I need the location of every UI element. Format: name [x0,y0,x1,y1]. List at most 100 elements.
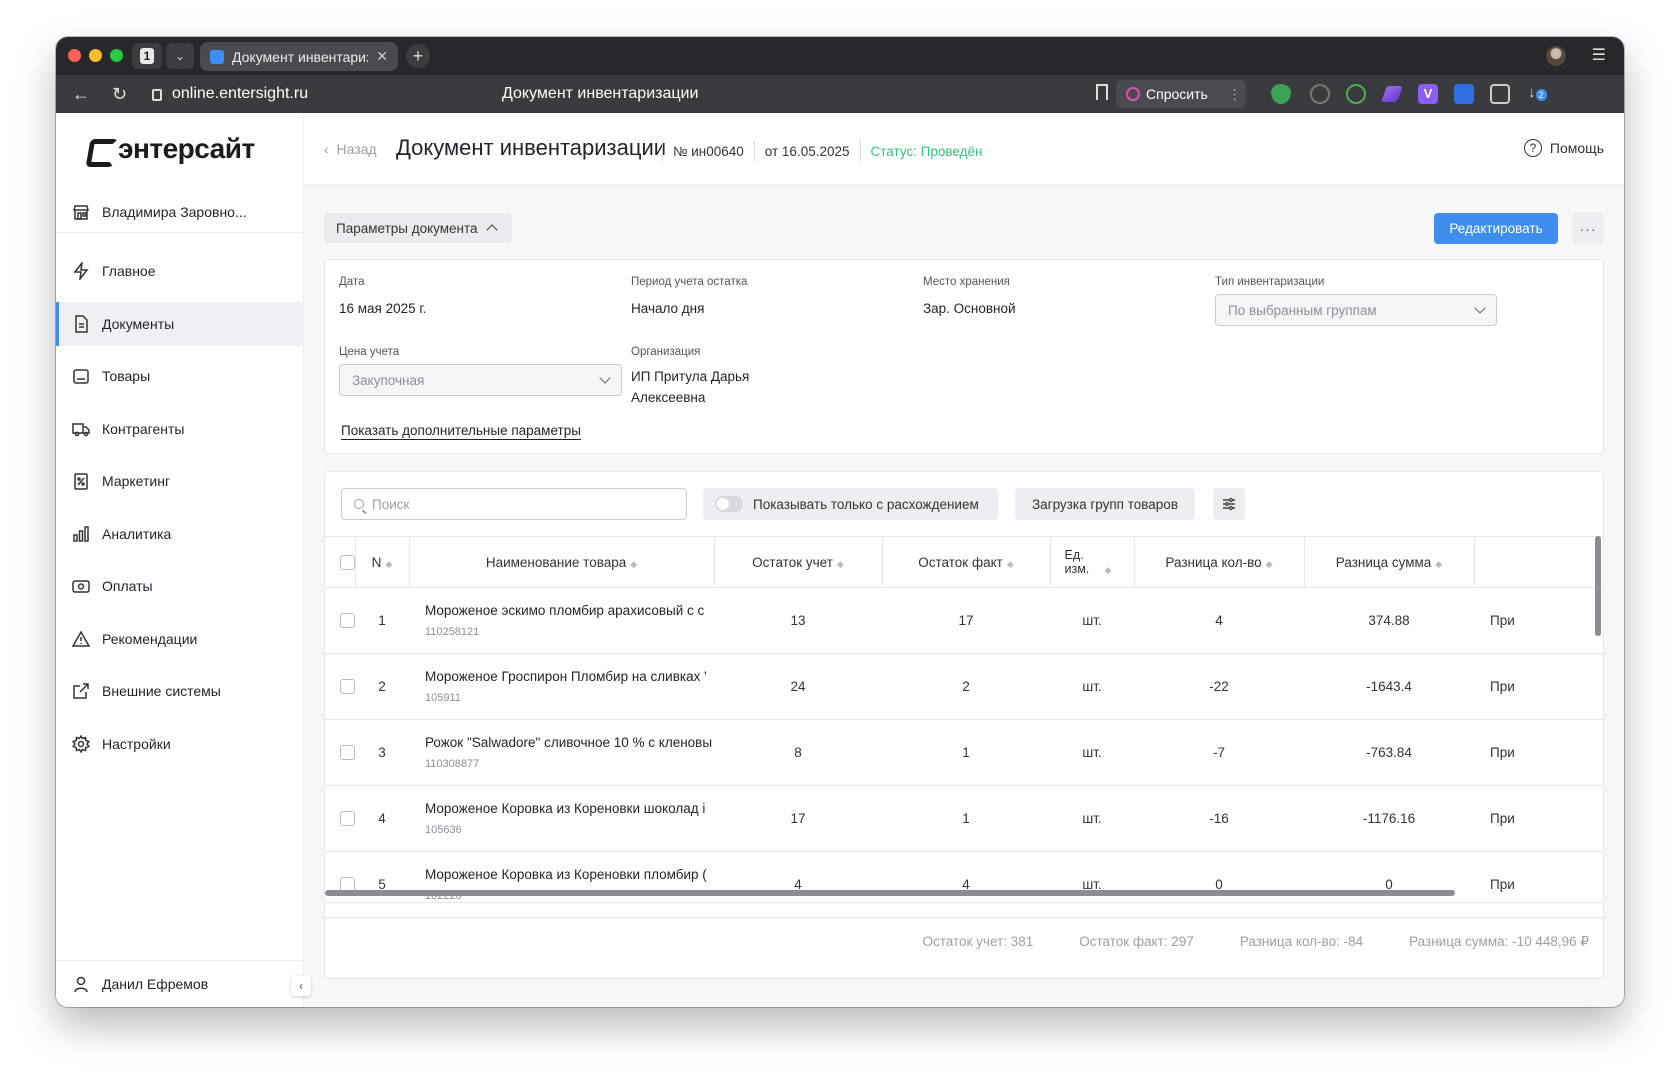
tab-title: Документ инвентариз [232,48,369,65]
sidebar-item-external-systems[interactable]: Внешние системы [56,669,304,713]
sidebar-item-main[interactable]: Главное [56,249,304,293]
row-number: 3 [355,719,409,786]
table-row[interactable]: 4 Мороженое Коровка из Кореновки шоколад… [325,785,1603,852]
recycle-extension-icon[interactable] [1310,84,1330,104]
download-badge: 2 [1535,89,1547,101]
sidebar-item-recommendations[interactable]: Рекомендации [56,617,304,661]
stock-fact: 17 [882,587,1050,654]
reload-icon[interactable]: ↻ [112,83,127,105]
new-tab-button[interactable]: + [406,44,430,68]
ask-menu-icon[interactable]: ⋮ [1228,86,1242,103]
bitwarden-extension-icon[interactable] [1454,84,1474,104]
sort-icon: ◆ [1265,558,1273,569]
stock-acc: 24 [714,653,882,720]
column-header-unit[interactable]: Ед. изм. ◆ [1050,536,1135,588]
params-card: Дата 16 мая 2025 г. Период учета остатка… [324,259,1604,454]
sidebar-item-payments[interactable]: Оплаты [56,564,304,608]
edit-button[interactable]: Редактировать [1434,213,1558,244]
column-header-name[interactable]: Наименование товара ◆ [409,536,715,588]
divider [753,141,755,161]
store-selector[interactable]: Владимира Заровно... [56,191,304,233]
horizontal-scrollbar[interactable] [325,890,1455,896]
logo[interactable]: энтерсайт [86,133,255,165]
sidebar-item-documents[interactable]: Документы [56,301,304,346]
inventory-type-value: По выбранным группам [1228,302,1377,318]
select-all-checkbox[interactable] [339,554,355,570]
row-number: 1 [355,587,409,654]
search-input[interactable]: Поиск [341,488,687,520]
more-options-button[interactable]: ··· [1572,213,1604,244]
back-link[interactable]: ‹ Назад [324,141,377,157]
row-checkbox[interactable] [340,613,355,629]
discrepancy-toggle[interactable]: Показывать только с расхождением [703,488,998,520]
tab-close-icon[interactable]: ✕ [376,48,388,65]
params-toggle-button[interactable]: Параметры документа [324,213,512,243]
bookmark-icon[interactable] [1096,84,1108,100]
row-checkbox[interactable] [340,811,355,827]
sort-icon: ◆ [1435,558,1443,569]
diff-qty: -22 [1134,653,1304,720]
row-checkbox[interactable] [340,745,355,761]
column-header-diff-qty[interactable]: Разница кол-во ◆ [1134,536,1305,588]
product-cell: Мороженое эскимо пломбир арахисовый с с 1… [409,587,714,654]
shield-extension-icon[interactable] [1271,84,1291,104]
url-field[interactable]: online.entersight.ru [152,85,308,103]
chart-icon [72,525,90,543]
column-label: Разница кол-во [1165,554,1262,570]
url-text: online.entersight.ru [172,85,309,102]
table-row[interactable]: 2 Мороженое Гроспирон Пломбир на сливках… [325,653,1603,720]
product-name: Мороженое Коровка из Кореновки пломбир ( [425,867,707,882]
doc-number: № ин00640 [673,143,744,159]
row-checkbox[interactable] [340,679,355,695]
column-header-stock-fact[interactable]: Остаток факт ◆ [882,536,1051,588]
profile-avatar[interactable] [1546,46,1566,66]
ask-icon [1126,87,1140,101]
tab-count-button[interactable]: 1 [132,43,162,69]
download-icon[interactable]: ↓ 2 [1528,84,1548,104]
close-window-button[interactable] [68,49,81,62]
ask-button[interactable]: Спросить ⋮ [1116,80,1246,108]
table-row[interactable]: 1 Мороженое эскимо пломбир арахисовый с … [325,587,1603,654]
sidebar-item-counterparties[interactable]: Контрагенты [56,407,304,451]
column-header-num[interactable]: N ◆ [355,536,410,588]
date-field: Дата 16 мая 2025 г. [339,276,426,319]
help-label: Помощь [1549,140,1604,156]
active-tab[interactable]: Документ инвентариз ✕ [200,42,398,71]
column-header-diff-sum[interactable]: Разница сумма ◆ [1304,536,1475,588]
browser-menu-icon[interactable]: ☰ [1592,45,1606,65]
toggle-switch[interactable] [715,496,743,512]
sidebar-item-analytics[interactable]: Аналитика [56,512,304,556]
sidebar-item-products[interactable]: Товары [56,354,304,398]
document-icon [72,314,90,333]
user-profile[interactable]: Данил Ефремов [56,960,304,1007]
tab-list-chevron-icon[interactable]: ⌄ [166,43,194,69]
organization-field: Организация ИП Притула Дарья Алексеевна [631,346,801,408]
tab-bar: 1 ⌄ Документ инвентариз ✕ + ☰ [56,37,1624,75]
maximize-window-button[interactable] [110,49,123,62]
sidebar-item-label: Контрагенты [102,420,185,437]
show-more-params-link[interactable]: Показать дополнительные параметры [341,423,581,440]
sidebar-item-marketing[interactable]: Маркетинг [56,459,304,503]
column-settings-button[interactable] [1213,488,1245,520]
v-extension-icon[interactable]: V [1418,84,1438,104]
green-extension-icon[interactable] [1346,84,1366,104]
help-button[interactable]: ? Помощь [1523,139,1604,157]
column-label: Остаток учет [752,554,833,570]
sidebar-item-label: Внешние системы [102,683,221,699]
inventory-type-select[interactable]: По выбранным группам [1215,294,1497,326]
price-select[interactable]: Закупочная [339,364,622,396]
status-badge: Статус: Проведён [870,143,983,159]
minimize-window-button[interactable] [89,49,102,62]
vertical-scrollbar[interactable] [1595,536,1601,636]
unit: шт. [1050,653,1134,720]
sidebar-item-settings[interactable]: Настройки [56,722,304,766]
product-code: 105911 [425,692,461,704]
price-field: Цена учета Закупочная [339,346,622,396]
puzzle-extension-icon[interactable] [1490,84,1510,104]
load-groups-button[interactable]: Загрузка групп товаров [1015,488,1195,520]
back-arrow-icon[interactable]: ← [72,83,90,105]
feather-extension-icon[interactable] [1381,86,1403,102]
diff-sum: -763.84 [1304,719,1474,786]
column-header-stock-acc[interactable]: Остаток учет ◆ [714,536,883,588]
table-row[interactable]: 3 Рожок "Salwadore" сливочное 10 % с кле… [325,719,1603,786]
